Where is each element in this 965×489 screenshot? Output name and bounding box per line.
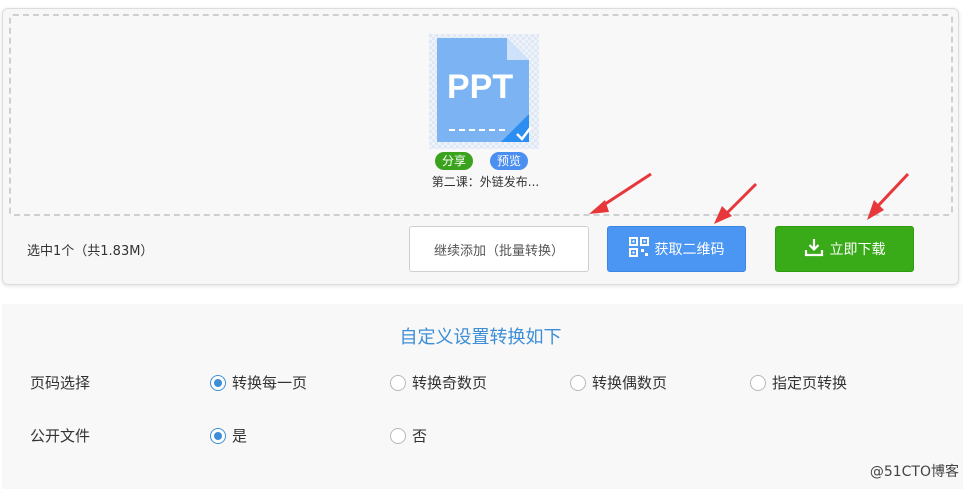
watermark: @51CTO博客 bbox=[869, 464, 959, 480]
download-now-label: 立即下载 bbox=[829, 242, 886, 258]
radio-specified-pages[interactable]: 指定页转换 bbox=[750, 372, 847, 393]
file-name: 第二课：外链发布... bbox=[431, 175, 540, 189]
radio-label: 否 bbox=[412, 427, 428, 445]
page-select-label: 页码选择 bbox=[30, 374, 91, 392]
get-qrcode-label: 获取二维码 bbox=[654, 242, 725, 258]
radio-label: 转换奇数页 bbox=[412, 374, 488, 392]
red-arrow-annotation bbox=[867, 172, 910, 220]
radio-unchecked-icon bbox=[750, 374, 766, 391]
file-badges: 分享 预览 bbox=[435, 152, 535, 170]
radio-unchecked-icon bbox=[390, 374, 406, 391]
download-now-button[interactable]: 立即下载 bbox=[775, 226, 914, 272]
upload-card: PPT 分享 预览 第二课：外链发布... 选中1个（共1.83M） 继续添加（… bbox=[2, 8, 959, 285]
radio-label: 转换偶数页 bbox=[592, 374, 668, 392]
radio-every-page[interactable]: 转换每一页 bbox=[210, 372, 307, 393]
download-icon bbox=[804, 237, 824, 261]
qrcode-icon bbox=[628, 237, 649, 261]
radio-checked-icon bbox=[210, 427, 226, 444]
radio-label: 转换每一页 bbox=[232, 374, 308, 392]
radio-public-no[interactable]: 否 bbox=[390, 425, 427, 446]
radio-unchecked-icon bbox=[570, 374, 586, 391]
share-button[interactable]: 分享 bbox=[435, 152, 474, 170]
radio-checked-icon bbox=[210, 374, 226, 391]
selection-info: 选中1个（共1.83M） bbox=[27, 244, 154, 259]
ppt-icon-text: PPT bbox=[447, 68, 513, 106]
public-file-label: 公开文件 bbox=[30, 427, 91, 445]
radio-label: 是 bbox=[232, 427, 248, 445]
preview-button[interactable]: 预览 bbox=[490, 152, 529, 170]
red-arrow-annotation bbox=[589, 172, 652, 214]
radio-odd-pages[interactable]: 转换奇数页 bbox=[390, 372, 487, 393]
radio-label: 指定页转换 bbox=[772, 374, 848, 392]
settings-title: 自定义设置转换如下 bbox=[399, 327, 562, 348]
radio-unchecked-icon bbox=[390, 427, 406, 444]
radio-even-pages[interactable]: 转换偶数页 bbox=[570, 372, 667, 393]
continue-add-label: 继续添加（批量转换） bbox=[433, 243, 564, 259]
get-qrcode-button[interactable]: 获取二维码 bbox=[607, 226, 746, 272]
continue-add-button[interactable]: 继续添加（批量转换） bbox=[409, 226, 589, 272]
settings-panel: 自定义设置转换如下 页码选择 转换每一页 转换奇数页 转换偶数页 指定页转换 公… bbox=[2, 304, 963, 489]
radio-public-yes[interactable]: 是 bbox=[210, 425, 247, 446]
ppt-file-icon[interactable]: PPT bbox=[429, 34, 539, 149]
red-arrow-annotation bbox=[714, 182, 758, 224]
